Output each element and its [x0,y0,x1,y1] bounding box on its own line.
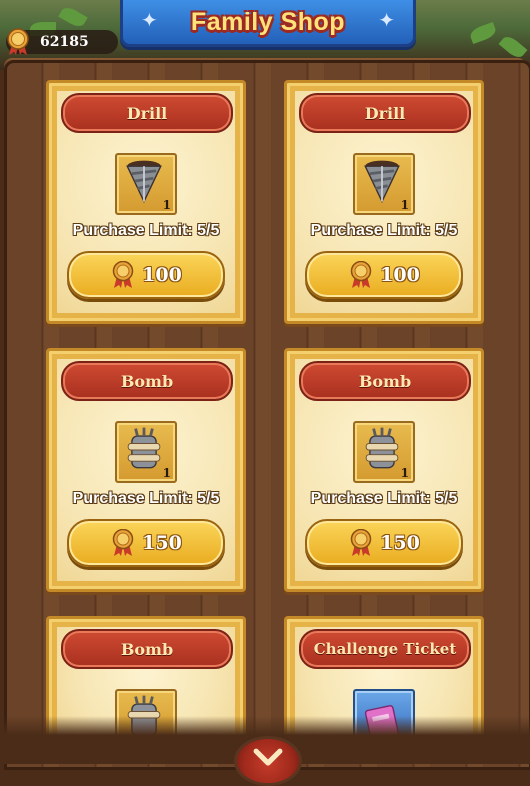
currency-amount: 62185 [40,34,89,50]
family-coin-icon [112,529,134,556]
family-coin-icon [350,261,372,288]
purchase-limit: Purchase Limit: 5/5 [72,222,220,239]
item-name: Bomb [61,361,233,401]
item-slot[interactable]: 1 [353,421,415,483]
leaf-decoration [498,33,528,61]
leaf-decoration [58,4,88,30]
family-coin-icon [112,261,134,288]
family-coin-icon [7,28,29,55]
family-coin-icon [350,529,372,556]
buy-button[interactable]: 150 [305,519,463,567]
leaf-decoration [468,21,498,45]
page-title: Family Shop [190,7,346,36]
shop-item-card[interactable]: Bomb 1 Purchase Limit: 5/5 150 [46,348,246,592]
buy-button[interactable]: 150 [67,519,225,567]
purchase-limit: Purchase Limit: 5/5 [72,490,220,507]
buy-button[interactable]: 100 [67,251,225,299]
purchase-limit: Purchase Limit: 5/5 [310,222,458,239]
item-count: 1 [400,198,409,212]
item-name: Drill [61,93,233,133]
item-slot[interactable]: 1 [115,421,177,483]
purchase-limit: Purchase Limit: 5/5 [310,490,458,507]
shop-item-card[interactable]: Drill 1 Purchase Limit: 5/5 100 [284,80,484,324]
currency-display: 62185 [6,28,118,55]
shop-item-card[interactable]: Bomb 1 Purchase Limit: 5/5 150 [284,348,484,592]
price-label: 100 [142,264,182,286]
item-slot[interactable]: 1 [353,153,415,215]
sparkle-icon: ✦ [378,10,395,32]
item-name: Bomb [61,629,233,669]
buy-button[interactable]: 100 [305,251,463,299]
chevron-down-icon [253,748,283,766]
price-label: 150 [142,532,182,554]
item-count: 1 [162,198,171,212]
price-label: 100 [380,264,420,286]
item-name: Challenge Ticket [299,629,471,669]
item-slot[interactable]: 1 [115,153,177,215]
item-name: Drill [299,93,471,133]
shop-item-card[interactable]: Drill 1 Purchase Limit: 5/5 100 [46,80,246,324]
sparkle-icon: ✦ [141,10,158,32]
title-banner: ✦ Family Shop ✦ [120,0,416,47]
item-count: 1 [400,466,409,480]
item-count: 1 [162,466,171,480]
price-label: 150 [380,532,420,554]
item-name: Bomb [299,361,471,401]
scroll-down-button[interactable] [234,736,302,786]
